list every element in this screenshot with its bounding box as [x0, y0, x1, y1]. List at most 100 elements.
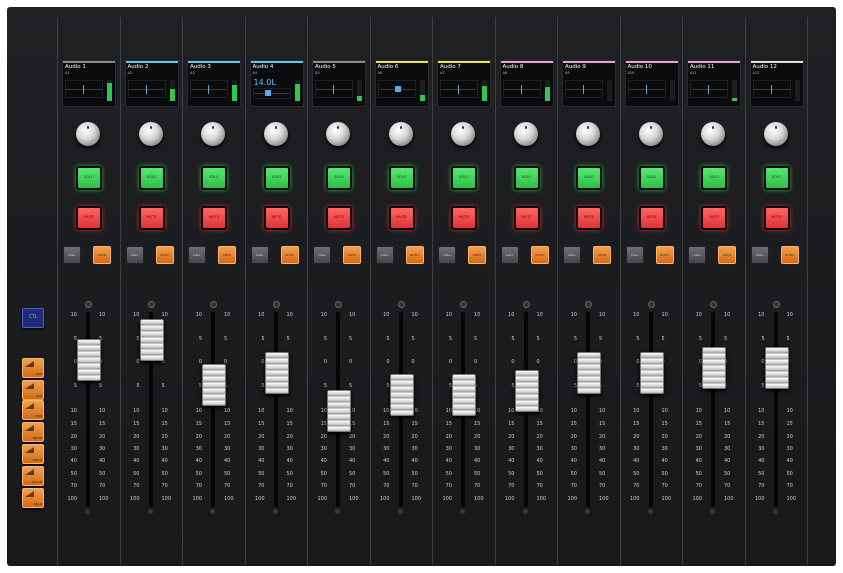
mute-button[interactable]: MUTE: [513, 206, 540, 230]
channel-fader[interactable]: [452, 374, 476, 416]
call-button[interactable]: CALL: [438, 246, 456, 264]
pan-knob[interactable]: [201, 122, 225, 146]
pan-knob[interactable]: [388, 122, 413, 146]
solo-button[interactable]: SOLO: [263, 166, 290, 190]
automation-mode-button[interactable]: TRIM: [22, 400, 44, 420]
mute-button[interactable]: MUTE: [263, 206, 290, 230]
pan-center-line: [316, 89, 352, 90]
auto-button[interactable]: AUTO: [155, 246, 174, 264]
channel-fader[interactable]: [764, 347, 789, 389]
call-button[interactable]: CALL: [375, 246, 394, 264]
scale-label: 5: [661, 336, 665, 342]
pan-knob[interactable]: [326, 122, 350, 146]
scale-label: 15: [508, 421, 515, 427]
auto-button[interactable]: AUTO: [343, 246, 361, 264]
channel-fader[interactable]: [639, 352, 664, 394]
auto-button[interactable]: AUTO: [93, 246, 111, 264]
scale-label: 50: [724, 471, 731, 477]
pan-knob[interactable]: [763, 122, 788, 146]
scale-label: 70: [570, 483, 577, 489]
solo-button[interactable]: SOLO: [701, 166, 727, 190]
channel-fader[interactable]: [264, 352, 289, 394]
auto-button[interactable]: AUTO: [718, 246, 736, 264]
channel-fader[interactable]: [514, 370, 539, 412]
auto-button[interactable]: AUTO: [780, 246, 799, 264]
call-button[interactable]: CALL: [313, 246, 331, 264]
mute-button[interactable]: MUTE: [388, 206, 415, 230]
mute-button[interactable]: MUTE: [138, 206, 165, 230]
call-label: CALL: [505, 253, 514, 257]
channel-fader[interactable]: [77, 339, 101, 381]
scale-label: 40: [161, 458, 168, 464]
auto-button[interactable]: AUTO: [655, 246, 674, 264]
channel-fader[interactable]: [139, 319, 164, 361]
solo-button[interactable]: SOLO: [138, 166, 165, 190]
mute-button[interactable]: MUTE: [326, 206, 352, 230]
pan-knob[interactable]: [76, 122, 100, 146]
channel-fader[interactable]: [389, 374, 414, 416]
scale-label: 5: [261, 336, 265, 342]
mute-button[interactable]: MUTE: [451, 206, 477, 230]
auto-button[interactable]: AUTO: [218, 246, 236, 264]
scale-label: 10: [724, 408, 731, 414]
automation-mode-button[interactable]: R/W: [22, 358, 44, 378]
scale-label: 40: [70, 458, 77, 464]
ctl-button[interactable]: CTL: [22, 308, 44, 328]
channel-fader[interactable]: [202, 364, 226, 406]
auto-button[interactable]: AUTO: [280, 246, 299, 264]
solo-button[interactable]: SOLO: [451, 166, 477, 190]
call-button[interactable]: CALL: [188, 246, 206, 264]
pan-knob[interactable]: [638, 122, 663, 146]
automation-mode-button[interactable]: LATCH: [22, 444, 44, 464]
pan-knob[interactable]: [451, 122, 475, 146]
mute-button[interactable]: MUTE: [638, 206, 665, 230]
automation-mode-button[interactable]: TOUCH: [22, 466, 44, 486]
pan-knob[interactable]: [513, 122, 538, 146]
solo-button[interactable]: SOLO: [76, 166, 102, 190]
channel-fader[interactable]: [327, 390, 351, 432]
pan-meter: [65, 80, 103, 98]
ramp-icon: [25, 383, 34, 389]
scale-label: 10: [195, 408, 202, 414]
scale-label: 15: [633, 421, 640, 427]
call-button[interactable]: CALL: [625, 246, 644, 264]
channel-color-bar: [750, 61, 803, 63]
auto-button[interactable]: AUTO: [593, 246, 611, 264]
call-button[interactable]: CALL: [750, 246, 769, 264]
mute-button[interactable]: MUTE: [76, 206, 102, 230]
automation-mode-button[interactable]: WRITE: [22, 422, 44, 442]
auto-button[interactable]: AUTO: [468, 246, 486, 264]
call-button[interactable]: CALL: [500, 246, 519, 264]
channel-fader[interactable]: [702, 347, 726, 389]
mute-button[interactable]: MUTE: [763, 206, 790, 230]
pan-knob[interactable]: [138, 122, 163, 146]
solo-button[interactable]: SOLO: [326, 166, 352, 190]
mute-button[interactable]: MUTE: [701, 206, 727, 230]
auto-button[interactable]: AUTO: [405, 246, 424, 264]
call-button[interactable]: CALL: [250, 246, 269, 264]
call-button[interactable]: CALL: [688, 246, 706, 264]
pan-knob[interactable]: [263, 122, 288, 146]
call-button[interactable]: CALL: [63, 246, 81, 264]
scale-label: 30: [383, 446, 390, 452]
call-button[interactable]: CALL: [125, 246, 144, 264]
solo-button[interactable]: SOLO: [388, 166, 415, 190]
solo-button[interactable]: SOLO: [201, 166, 227, 190]
button-label: R/W: [35, 372, 42, 376]
mute-button[interactable]: MUTE: [201, 206, 227, 230]
call-button[interactable]: CALL: [563, 246, 581, 264]
auto-button[interactable]: AUTO: [530, 246, 549, 264]
solo-button[interactable]: SOLO: [763, 166, 790, 190]
solo-button[interactable]: SOLO: [576, 166, 602, 190]
pan-knob[interactable]: [701, 122, 725, 146]
automation-mode-button[interactable]: R/W: [22, 380, 44, 400]
scale-label: 70: [661, 483, 668, 489]
scale-label: 10: [786, 312, 793, 318]
channel-fader[interactable]: [577, 352, 601, 394]
mute-button[interactable]: MUTE: [576, 206, 602, 230]
solo-button[interactable]: SOLO: [513, 166, 540, 190]
automation-mode-button[interactable]: READ: [22, 488, 44, 508]
solo-button[interactable]: SOLO: [638, 166, 665, 190]
pan-knob[interactable]: [576, 122, 600, 146]
scale-label: 30: [536, 446, 543, 452]
